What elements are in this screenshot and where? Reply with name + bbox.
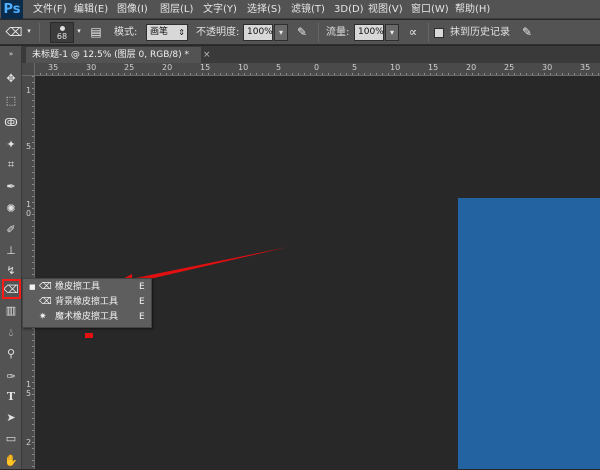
menu-filter[interactable]: 滤镜(T): [291, 0, 325, 19]
highlight-box: [2, 279, 21, 299]
menu-select[interactable]: 选择(S): [247, 0, 281, 19]
ruler-tick-label: 25: [504, 63, 515, 72]
mode-select[interactable]: 画笔 ⇕: [146, 24, 188, 41]
pressure-opacity-icon[interactable]: ✎: [293, 23, 311, 42]
marquee-tool-icon[interactable]: ⬚: [2, 92, 20, 110]
annotation-mark: [85, 333, 93, 338]
ruler-tick-label: 20: [162, 63, 173, 72]
document-tab[interactable]: 未标题-1 @ 12.5% (图层 0, RGB/8) *: [26, 47, 201, 63]
active-bullet-icon: ■: [29, 283, 36, 291]
close-icon[interactable]: ×: [203, 47, 213, 63]
ruler-tick-label: 15: [428, 63, 439, 72]
menu-type[interactable]: 文字(Y): [203, 0, 237, 19]
background-eraser-icon: ⌫: [39, 297, 52, 307]
eraser-icon: ⌫: [39, 282, 52, 292]
menu-file[interactable]: 文件(F): [33, 0, 67, 19]
brush-preset-picker[interactable]: 68: [50, 22, 74, 43]
opacity-input[interactable]: 100%: [243, 24, 273, 41]
brush-size-value: 68: [56, 32, 68, 41]
menu-edit[interactable]: 编辑(E): [74, 0, 108, 19]
ruler-tick-label: 30: [86, 63, 97, 72]
flyout-item-shortcut: E: [139, 297, 145, 307]
flyout-item-shortcut: E: [139, 312, 145, 322]
crop-tool-icon[interactable]: ⌗: [2, 156, 20, 174]
flyout-item-label: 背景橡皮擦工具: [55, 297, 119, 307]
menu-3d[interactable]: 3D(D): [334, 0, 364, 19]
hand-tool-icon[interactable]: ✋: [2, 452, 20, 470]
menu-image[interactable]: 图像(I): [117, 0, 148, 19]
menu-help[interactable]: 帮助(H): [455, 0, 490, 19]
ruler-tick-label: 2: [25, 438, 32, 447]
flow-input[interactable]: 100%: [354, 24, 384, 41]
flyout-item-label: 魔术橡皮擦工具: [55, 312, 119, 322]
chevron-down-icon[interactable]: ▾: [24, 27, 34, 37]
document-canvas[interactable]: [458, 198, 600, 469]
opacity-label: 不透明度:: [196, 27, 240, 38]
ruler-tick-label: 35: [48, 63, 59, 72]
ruler-tick-label: 25: [124, 63, 135, 72]
brush-tip-icon: [60, 26, 65, 31]
move-tool-icon[interactable]: ✥: [2, 70, 20, 88]
history-brush-tool-icon[interactable]: ↯: [2, 262, 20, 280]
chevron-updown-icon: ⇕: [178, 28, 185, 37]
ruler-tick-label: 20: [466, 63, 477, 72]
magic-wand-tool-icon[interactable]: ✦: [2, 136, 20, 154]
ruler-tick-label: 5: [25, 142, 32, 151]
shape-tool-icon[interactable]: ▭: [2, 430, 20, 448]
ruler-tick-label: 10: [238, 63, 249, 72]
flow-dropdown-button[interactable]: ▾: [385, 24, 399, 41]
magic-eraser-icon: ✷: [39, 312, 47, 322]
vertical-ruler[interactable]: [22, 76, 35, 469]
erase-history-label: 抹到历史记录: [450, 27, 510, 38]
airbrush-icon[interactable]: ∝: [404, 23, 422, 42]
brush-panel-icon[interactable]: ▤: [87, 23, 105, 42]
chevron-down-icon[interactable]: ▾: [75, 27, 83, 37]
path-selection-tool-icon[interactable]: ➤: [2, 409, 20, 427]
ruler-tick-label: 0: [314, 63, 320, 72]
flyout-item-eraser[interactable]: ■ ⌫ 橡皮擦工具 E: [23, 280, 151, 295]
flow-label: 流量:: [326, 27, 350, 38]
ruler-origin[interactable]: [22, 63, 35, 76]
mode-value: 画笔: [150, 27, 169, 37]
opacity-dropdown-button[interactable]: ▾: [274, 24, 288, 41]
gradient-tool-icon[interactable]: ▥: [2, 302, 20, 320]
ruler-tick-label: 35: [580, 63, 591, 72]
separator: [39, 23, 40, 42]
pen-tool-icon[interactable]: ✑: [2, 368, 20, 386]
collapse-panel-icon[interactable]: »: [2, 50, 20, 58]
pressure-size-icon[interactable]: ✎: [518, 23, 536, 42]
ruler-tick-label: 5: [352, 63, 358, 72]
menu-view[interactable]: 视图(V): [368, 0, 403, 19]
brush-tool-icon[interactable]: ✐: [2, 221, 20, 239]
flyout-item-background-eraser[interactable]: ⌫ 背景橡皮擦工具 E: [23, 295, 151, 310]
mode-label: 模式:: [114, 27, 138, 38]
ruler-tick-label: 1: [25, 86, 32, 95]
erase-history-checkbox[interactable]: [434, 28, 444, 38]
separator: [428, 23, 429, 42]
ruler-tick-label: 15: [200, 63, 211, 72]
menu-layer[interactable]: 图层(L): [160, 0, 193, 19]
ruler-tick-label: 1 0: [25, 200, 32, 218]
flyout-item-magic-eraser[interactable]: ✷ 魔术橡皮擦工具 E: [23, 310, 151, 325]
blur-tool-icon[interactable]: 💧︎: [2, 324, 20, 342]
photoshop-logo: Ps: [1, 0, 23, 19]
eyedropper-tool-icon[interactable]: ✒: [2, 178, 20, 196]
ruler-tick-label: 10: [390, 63, 401, 72]
dodge-tool-icon[interactable]: ⚲: [2, 345, 20, 363]
flyout-item-label: 橡皮擦工具: [55, 282, 101, 292]
ruler-tick-label: 1 5: [25, 380, 32, 398]
ruler-tick-label: 30: [542, 63, 553, 72]
lasso-tool-icon[interactable]: ↂ: [2, 114, 20, 132]
eraser-tool-preset-icon[interactable]: ⌫: [5, 23, 23, 42]
type-tool-icon[interactable]: T: [2, 388, 20, 406]
healing-brush-tool-icon[interactable]: ✺: [2, 200, 20, 218]
flyout-item-shortcut: E: [139, 282, 145, 292]
separator: [318, 23, 319, 42]
menu-window[interactable]: 窗口(W): [411, 0, 449, 19]
ruler-tick-label: 5: [276, 63, 282, 72]
clone-stamp-tool-icon[interactable]: ⊥: [2, 242, 20, 260]
